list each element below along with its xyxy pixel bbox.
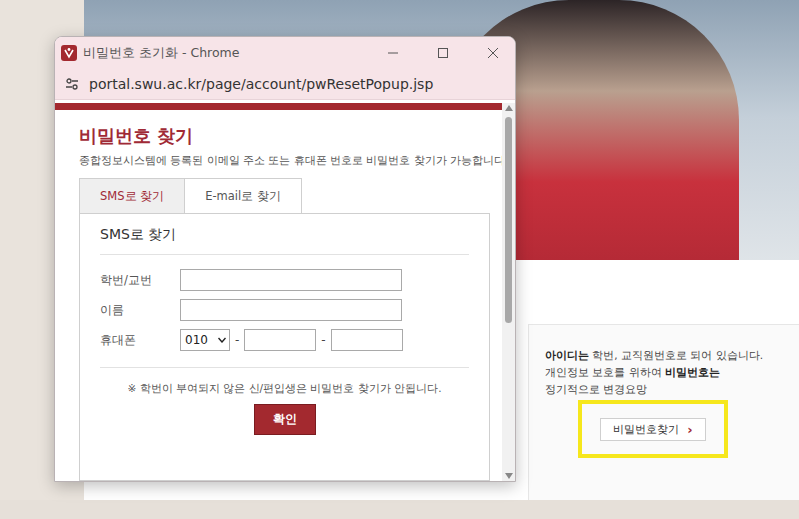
scroll-thumb[interactable] (505, 117, 512, 323)
chevron-down-icon (218, 337, 226, 343)
field-label: 이름 (100, 303, 180, 318)
form-row: 학번/교번 (100, 269, 469, 291)
confirm-button[interactable]: 확인 (254, 404, 316, 435)
separator: - (230, 333, 244, 347)
phone-middle-input[interactable] (244, 329, 316, 351)
chevron-icon: › (687, 422, 692, 437)
notice-text: 아이디는 (545, 349, 589, 361)
maximize-icon (438, 48, 448, 58)
notice-line: 아이디는 학번, 교직원번호로 되어 있습니다. (545, 347, 791, 364)
tab[interactable]: E-mail로 찾기 (184, 178, 302, 213)
url-text: portal.swu.ac.kr/page/account/pwResetPop… (89, 76, 433, 92)
title-bar: 비밀번호 초기화 - Chrome (55, 37, 515, 69)
text-input[interactable] (180, 299, 402, 321)
form: 학번/교번이름휴대폰010-- (100, 255, 469, 368)
scrollbar[interactable] (502, 103, 515, 481)
notice-line: 개인정보 보호를 위하여 비밀번호는 (545, 364, 791, 381)
scroll-up-icon[interactable] (505, 105, 513, 111)
section-title: SMS로 찾기 (100, 226, 469, 255)
note: ※ 학번이 부여되지 않은 신/편입생은 비밀번호 찾기가 안됩니다. (100, 382, 469, 396)
field-label: 휴대폰 (100, 333, 180, 348)
notice-text: 개인정보 보호를 위하여 (545, 366, 665, 378)
window-title: 비밀번호 초기화 - Chrome (83, 45, 365, 62)
separator: - (316, 333, 330, 347)
text-input[interactable] (180, 269, 402, 291)
tab-row: SMS로 찾기E-mail로 찾기 (79, 178, 490, 214)
form-row: 이름 (100, 299, 469, 321)
popup-body: 비밀번호 찾기종합정보시스템에 등록된 이메일 주소 또는 휴대폰 번호로 비밀… (55, 100, 515, 481)
phone-prefix-select[interactable]: 010 (180, 329, 230, 351)
confirm-row: 확인 (100, 404, 469, 435)
field-label: 학번/교번 (100, 273, 180, 288)
tab-panel: SMS로 찾기학번/교번이름휴대폰010--※ 학번이 부여되지 않은 신/편입… (79, 214, 490, 481)
phone-last-input[interactable] (331, 329, 403, 351)
find-password-button[interactable]: 비밀번호찾기› (600, 418, 705, 441)
notice-line: 정기적으로 변경요망 (545, 381, 791, 398)
popup-window: 비밀번호 초기화 - Chrome portal.swu.ac.kr/page/a… (54, 36, 516, 482)
close-icon (488, 48, 498, 58)
page: 아이디는 학번, 교직원번호로 되어 있습니다.개인정보 보호를 위하여 비밀번… (0, 0, 799, 519)
minimize-button[interactable] (371, 37, 415, 69)
address-bar: portal.swu.ac.kr/page/account/pwResetPop… (55, 69, 515, 100)
form-row: 휴대폰010-- (100, 329, 469, 351)
minimize-icon (388, 48, 398, 58)
logo-icon (61, 45, 77, 61)
description: 종합정보시스템에 등록된 이메일 주소 또는 휴대폰 번호로 비밀번호 찾기가 … (79, 154, 490, 168)
notice-text: 비밀번호는 (665, 366, 720, 378)
tab[interactable]: SMS로 찾기 (79, 178, 185, 213)
notice-box: 아이디는 학번, 교직원번호로 되어 있습니다.개인정보 보호를 위하여 비밀번… (528, 324, 799, 500)
content-inner: 비밀번호 찾기종합정보시스템에 등록된 이메일 주소 또는 휴대폰 번호로 비밀… (55, 110, 502, 481)
scroll-down-icon[interactable] (505, 473, 513, 479)
maximize-button[interactable] (421, 37, 465, 69)
footer (0, 500, 799, 519)
popup-content: 비밀번호 찾기종합정보시스템에 등록된 이메일 주소 또는 휴대폰 번호로 비밀… (55, 103, 502, 481)
notice-text: 정기적으로 변경요망 (545, 383, 647, 395)
highlight-box: 비밀번호찾기› (578, 400, 728, 458)
page-heading: 비밀번호 찾기 (79, 124, 490, 148)
notice-text: 학번, 교직원번호로 되어 있습니다. (589, 349, 763, 361)
site-settings-icon[interactable] (65, 77, 79, 91)
red-bar (55, 103, 502, 110)
close-button[interactable] (471, 37, 515, 69)
